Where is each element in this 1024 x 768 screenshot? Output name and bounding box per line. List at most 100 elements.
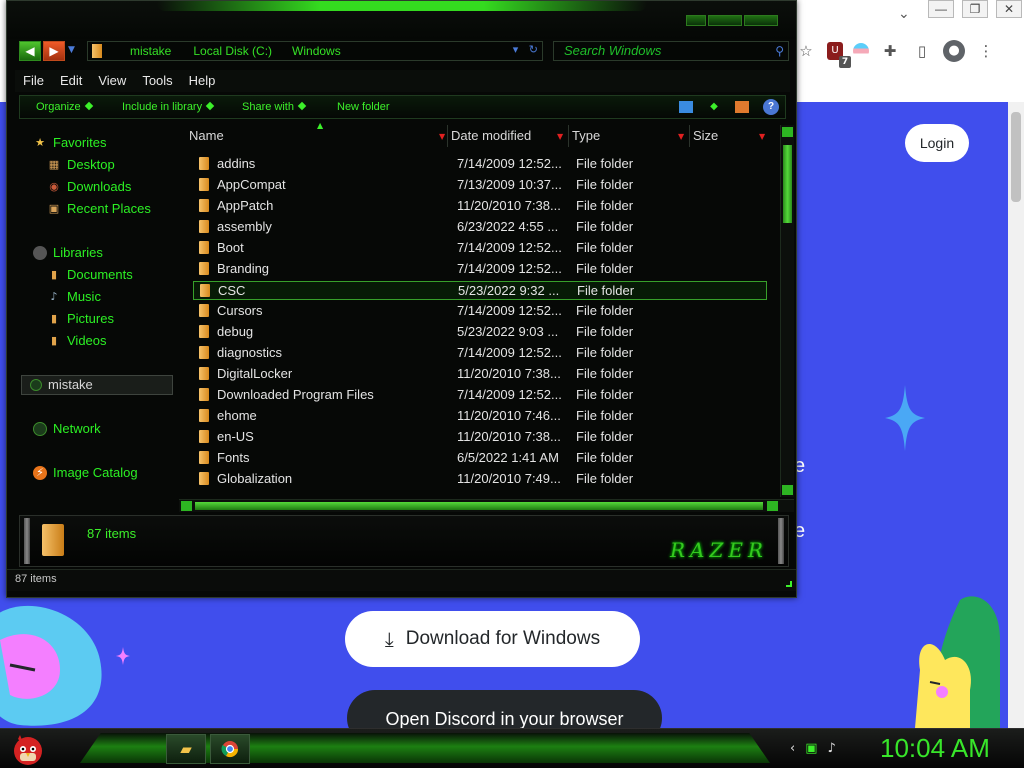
volume-icon[interactable]: ♪	[828, 741, 836, 756]
horizontal-scroll-thumb[interactable]	[195, 502, 763, 510]
taskbar-explorer-button[interactable]: ▰	[166, 734, 206, 764]
login-button[interactable]: Login	[905, 124, 969, 162]
recent-pages-chevron-icon[interactable]: ▼	[68, 45, 75, 55]
vertical-scrollbar[interactable]	[780, 125, 794, 497]
nav-music[interactable]: ♪ Music	[47, 289, 100, 304]
tray-arrow-icon[interactable]: ‹	[790, 741, 795, 756]
share-with-button[interactable]: Share with	[242, 101, 307, 113]
menu-view[interactable]: View	[90, 70, 134, 92]
nav-pictures[interactable]: ▮ Pictures	[47, 311, 114, 326]
file-row[interactable]: Globalization 11/20/2010 7:49... File fold…	[193, 470, 767, 489]
folder-icon	[199, 325, 209, 338]
nav-network[interactable]: Network	[33, 421, 101, 436]
vertical-scroll-thumb[interactable]	[783, 145, 792, 223]
file-row[interactable]: diagnostics 7/14/2009 12:52... File folder	[193, 344, 767, 363]
resize-grip-icon[interactable]	[786, 581, 792, 587]
new-folder-button[interactable]: New folder	[337, 101, 390, 113]
scroll-down-button[interactable]	[782, 485, 793, 495]
download-windows-button[interactable]: ⤓ Download for Windows	[345, 611, 640, 667]
help-icon[interactable]: ?	[763, 99, 779, 115]
page-scroll-thumb[interactable]	[1011, 112, 1021, 202]
menu-file[interactable]: File	[15, 70, 52, 92]
column-size[interactable]: Size ▼	[693, 128, 765, 143]
file-row[interactable]: assembly 6/23/2022 4:55 ... File folder	[193, 218, 767, 237]
pride-extension-icon[interactable]	[853, 43, 869, 59]
file-row[interactable]: DigitalLocker 11/20/2010 7:38... File fold…	[193, 365, 767, 384]
refresh-icon[interactable]: ▾ ↻	[513, 43, 538, 56]
tab-search-chevron[interactable]: ⌄	[898, 6, 910, 22]
search-icon[interactable]: ⚲	[775, 42, 784, 60]
minimize-button[interactable]: —	[928, 0, 954, 18]
nav-image-catalog[interactable]: ⚡ Image Catalog	[33, 465, 138, 480]
nav-user-folder[interactable]: mistake	[21, 375, 173, 395]
crumb-windows[interactable]: Windows	[292, 44, 341, 58]
file-row[interactable]: addins 7/14/2009 12:52... File folder	[193, 155, 767, 174]
change-view-icon[interactable]	[679, 101, 693, 113]
column-divider[interactable]	[689, 125, 690, 147]
file-row[interactable]: ehome 11/20/2010 7:46... File folder	[193, 407, 767, 426]
scroll-left-button[interactable]	[181, 501, 192, 511]
column-date[interactable]: Date modified ▼	[451, 128, 563, 143]
column-divider[interactable]	[447, 125, 448, 147]
folder-icon	[199, 346, 209, 359]
view-dropdown-icon[interactable]: ◆	[707, 101, 721, 113]
close-button[interactable]	[744, 15, 778, 26]
explorer-titlebar[interactable]	[7, 1, 796, 39]
nav-recent-places[interactable]: ▣ Recent Places	[47, 201, 151, 216]
include-library-button[interactable]: Include in library	[122, 101, 215, 113]
taskbar-chrome-button[interactable]	[210, 734, 250, 764]
address-bar[interactable]: mistake Local Disk (C:) Windows ▾ ↻	[87, 41, 543, 61]
restore-button[interactable]: ❐	[962, 0, 988, 18]
column-divider[interactable]	[568, 125, 569, 147]
column-name[interactable]: Name ▼	[189, 128, 445, 143]
file-row[interactable]: debug 5/23/2022 9:03 ... File folder	[193, 323, 767, 342]
network-icon[interactable]: ▣	[805, 741, 817, 756]
star-icon[interactable]: ☆	[795, 40, 817, 62]
scroll-right-button[interactable]	[767, 501, 778, 511]
menu-edit[interactable]: Edit	[52, 70, 90, 92]
file-row[interactable]: Boot 7/14/2009 12:52... File folder	[193, 239, 767, 258]
menu-icon[interactable]: ⋮	[975, 40, 997, 62]
search-input[interactable]: Search Windows ⚲	[553, 41, 789, 61]
file-row[interactable]: Branding 7/14/2009 12:52... File folder	[193, 260, 767, 279]
taskbar-clock[interactable]: 10:04 AM	[880, 733, 990, 764]
profile-icon[interactable]: ●	[943, 40, 965, 62]
file-row[interactable]: en-US 11/20/2010 7:38... File folder	[193, 428, 767, 447]
preview-pane-icon[interactable]	[735, 101, 749, 113]
file-row[interactable]: AppPatch 11/20/2010 7:38... File folder	[193, 197, 767, 216]
crumb-disk[interactable]: Local Disk (C:)	[193, 44, 272, 58]
filter-arrow-icon[interactable]: ▼	[557, 132, 563, 141]
back-button[interactable]: ◀	[19, 41, 41, 61]
minimize-button[interactable]	[686, 15, 706, 26]
nav-favorites[interactable]: ★ Favorites	[33, 135, 106, 150]
file-row[interactable]: AppCompat 7/13/2009 10:37... File folder	[193, 176, 767, 195]
nav-desktop[interactable]: ▦ Desktop	[47, 157, 115, 172]
organize-button[interactable]: Organize	[36, 101, 93, 113]
scroll-up-button[interactable]	[782, 127, 793, 137]
forward-button[interactable]: ▶	[43, 41, 65, 61]
file-row[interactable]: CSC 5/23/2022 9:32 ... File folder	[193, 281, 767, 300]
crumb-user[interactable]: mistake	[130, 44, 171, 58]
menu-help[interactable]: Help	[181, 70, 224, 92]
close-button[interactable]: ✕	[996, 0, 1022, 18]
sidepanel-icon[interactable]: ▯	[911, 40, 933, 62]
column-type[interactable]: Type ▼	[572, 128, 684, 143]
nav-documents[interactable]: ▮ Documents	[47, 267, 133, 282]
puzzle-icon[interactable]: ✚	[879, 40, 901, 62]
filter-arrow-icon[interactable]: ▼	[439, 132, 445, 141]
dropdown-icon	[205, 101, 215, 111]
menu-tools[interactable]: Tools	[134, 70, 180, 92]
file-row[interactable]: Fonts 6/5/2022 1:41 AM File folder	[193, 449, 767, 468]
file-type: File folder	[576, 408, 634, 423]
nav-videos[interactable]: ▮ Videos	[47, 333, 107, 348]
nav-libraries[interactable]: Libraries	[33, 245, 103, 260]
nav-downloads[interactable]: ◉ Downloads	[47, 179, 131, 194]
filter-arrow-icon[interactable]: ▼	[678, 132, 684, 141]
file-row[interactable]: Downloaded Program Files 7/14/2009 12:52.…	[193, 386, 767, 405]
start-button[interactable]	[10, 731, 46, 767]
filter-arrow-icon[interactable]: ▼	[759, 132, 765, 141]
horizontal-scrollbar[interactable]	[179, 499, 794, 512]
file-row[interactable]: Cursors 7/14/2009 12:52... File folder	[193, 302, 767, 321]
extension-shield-icon[interactable]: U7	[827, 42, 851, 68]
maximize-button[interactable]	[708, 15, 742, 26]
